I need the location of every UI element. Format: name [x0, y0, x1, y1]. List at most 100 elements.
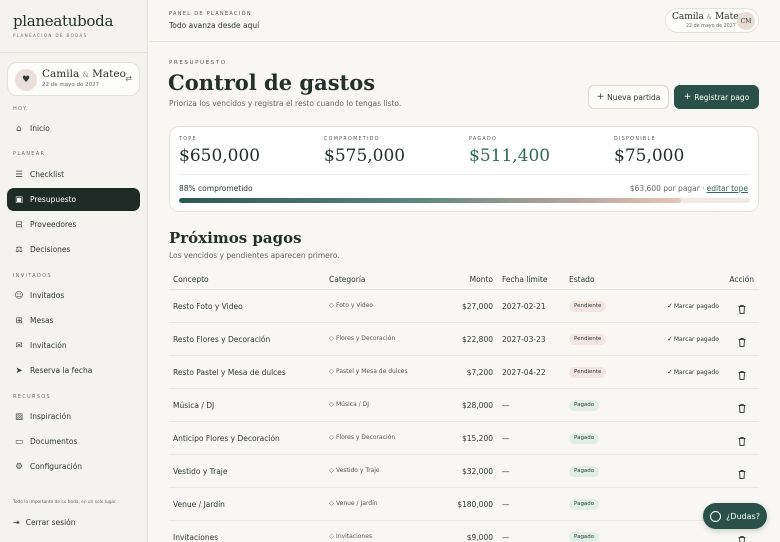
sidebar-item-label: Invitados — [30, 291, 65, 300]
ampersand: & — [706, 14, 713, 21]
new-item-button[interactable]: + Nueva partida — [588, 85, 669, 109]
payment-amount: $22,800 — [461, 335, 493, 344]
sidebar-item-inicio[interactable]: ⌂ Inicio — [7, 117, 140, 140]
stat-value: $75,000 — [614, 146, 685, 166]
trash-icon[interactable] — [737, 432, 747, 446]
payment-concept: Vestido y Traje — [173, 467, 228, 476]
gear-icon: ⚙ — [15, 461, 23, 472]
category-label: Flores y Decoración — [336, 434, 396, 441]
budget-progress-fill — [179, 198, 682, 203]
sidebar-item-mesas[interactable]: ⊞ Mesas — [7, 309, 140, 332]
payment-category: ◇ Vestido y Traje — [329, 466, 380, 474]
trash-icon[interactable] — [737, 300, 747, 314]
logout-button[interactable]: ⇥ Cerrar sesión — [13, 518, 76, 527]
mark-paid-button[interactable]: ✓Marcar pagado — [667, 335, 719, 343]
mark-paid-button[interactable]: ✓Marcar pagado — [667, 368, 719, 376]
check-icon: ✓ — [667, 302, 673, 310]
home-icon: ⌂ — [16, 123, 22, 134]
section-label-hoy: Hoy — [13, 106, 28, 112]
budget-divider — [179, 174, 750, 175]
table-row: Resto Pastel y Mesa de dulces ◇ Pastel y M… — [169, 356, 759, 389]
table-row: Invitaciones ◇ Invitaciones $9,000— Pagado — [169, 521, 759, 542]
image-icon: ▨ — [14, 411, 24, 422]
tag-icon: ◇ — [329, 499, 334, 507]
payment-concept: Música / DJ — [173, 401, 215, 410]
payment-category: ◇ Flores y Decoración — [329, 433, 395, 441]
register-payment-button[interactable]: + Registrar pago — [674, 85, 759, 109]
stat-label: Pagado — [469, 137, 498, 142]
mail-icon: ✉ — [15, 340, 23, 351]
table-row: Resto Flores y Decoración ◇ Flores y Decor… — [169, 323, 759, 356]
topbar-couple-names: Camila & Mateo — [672, 12, 744, 22]
tag-icon: ◇ — [329, 400, 334, 408]
sidebar-item-configuracion[interactable]: ⚙ Configuración — [7, 455, 140, 478]
category-label: Pastel y Mesa de dulces — [336, 368, 408, 375]
payment-amount: $7,200 — [466, 368, 493, 377]
mark-paid-label: Marcar pagado — [673, 336, 719, 343]
trash-icon[interactable] — [737, 366, 747, 380]
sidebar-item-label: Presupuesto — [30, 195, 77, 204]
wallet-icon: ▣ — [14, 194, 24, 205]
category-label: Vestido y Traje — [336, 467, 380, 474]
tag-icon: ◇ — [329, 301, 334, 309]
tag-icon: ◇ — [329, 433, 334, 441]
logout-icon: ⇥ — [13, 518, 20, 527]
sidebar-item-label: Invitación — [30, 341, 67, 350]
col-header-fecha: Fecha límite — [502, 275, 548, 284]
brand-logo[interactable]: planeatuboda — [13, 12, 113, 30]
payment-amount: $180,000 — [457, 500, 493, 509]
sidebar-item-invitados[interactable]: ☺ Invitados — [7, 284, 140, 307]
col-header-accion: Acción — [729, 275, 754, 284]
brand-tagline: Planeación de bodas — [13, 33, 88, 38]
section-label-recursos: Recursos — [13, 394, 51, 400]
payment-amount: $27,000 — [461, 302, 493, 311]
sidebar-item-decisiones[interactable]: ⚖ Decisiones — [7, 238, 140, 261]
stat-value: $650,000 — [179, 146, 261, 166]
payment-due-date: — — [502, 401, 510, 410]
sidebar-item-reserva[interactable]: ➤ Reserva la fecha — [7, 359, 140, 382]
stat-value: $511,400 — [469, 146, 551, 166]
couple-card[interactable]: ♥ Camila & Mateo 22 de mayo de 2027 ⇄ — [7, 62, 140, 96]
scale-icon: ⚖ — [15, 244, 23, 255]
pending-summary: $63,600 por pagar · editar tope — [630, 184, 748, 193]
sidebar-item-checklist[interactable]: ☰ Checklist — [7, 163, 140, 186]
partner-two-name: Mateo — [92, 68, 126, 80]
payment-concept: Resto Foto y Video — [173, 302, 243, 311]
avatar[interactable]: CM — [737, 12, 755, 30]
mark-paid-button[interactable]: ✓Marcar pagado — [667, 302, 719, 310]
trash-icon[interactable] — [737, 333, 747, 347]
edit-cap-link[interactable]: editar tope — [707, 184, 748, 193]
trash-icon[interactable] — [737, 465, 747, 479]
help-chat-button[interactable]: ¿Dudas? — [703, 503, 767, 529]
table-row: Vestido y Traje ◇ Vestido y Traje $32,000— P… — [169, 455, 759, 488]
help-label: ¿Dudas? — [726, 511, 760, 521]
sidebar-item-proveedores[interactable]: ⊟ Proveedores — [7, 213, 140, 236]
sidebar-item-label: Mesas — [30, 316, 54, 325]
trash-icon[interactable] — [737, 531, 747, 542]
topbar-couple-pill[interactable]: Camila & Mateo 22 de mayo de 2027 CM — [665, 8, 759, 33]
status-badge: Pagado — [569, 433, 600, 444]
payment-due-date: — — [502, 467, 510, 476]
payment-concept: Anticipo Flores y Decoración — [173, 434, 280, 443]
tag-icon: ◇ — [329, 334, 334, 342]
plus-icon: + — [596, 92, 605, 102]
chat-bubble-icon — [710, 510, 722, 522]
payments-title: Próximos pagos — [169, 229, 302, 247]
status-badge: Pendiente — [569, 367, 607, 378]
couple-names: Camila & Mateo — [42, 68, 126, 80]
topbar-text: Todo avanza desde aquí — [169, 21, 260, 30]
payment-concept: Resto Pastel y Mesa de dulces — [173, 368, 286, 377]
trash-icon[interactable] — [737, 399, 747, 413]
heart-icon: ♥ — [15, 69, 37, 91]
logout-label: Cerrar sesión — [25, 518, 76, 527]
payment-due-date: — — [502, 533, 510, 542]
sidebar-item-invitacion[interactable]: ✉ Invitación — [7, 334, 140, 357]
register-payment-label: Registrar pago — [694, 92, 750, 102]
switch-icon[interactable]: ⇄ — [125, 74, 132, 83]
plus-icon: + — [683, 92, 692, 102]
sidebar-item-inspiracion[interactable]: ▨ Inspiración — [7, 405, 140, 428]
col-header-concepto: Concepto — [173, 275, 209, 284]
sidebar-item-label: Proveedores — [30, 220, 77, 229]
sidebar-item-presupuesto[interactable]: ▣ Presupuesto — [7, 188, 140, 211]
sidebar-item-documentos[interactable]: ▭ Documentos — [7, 430, 140, 453]
